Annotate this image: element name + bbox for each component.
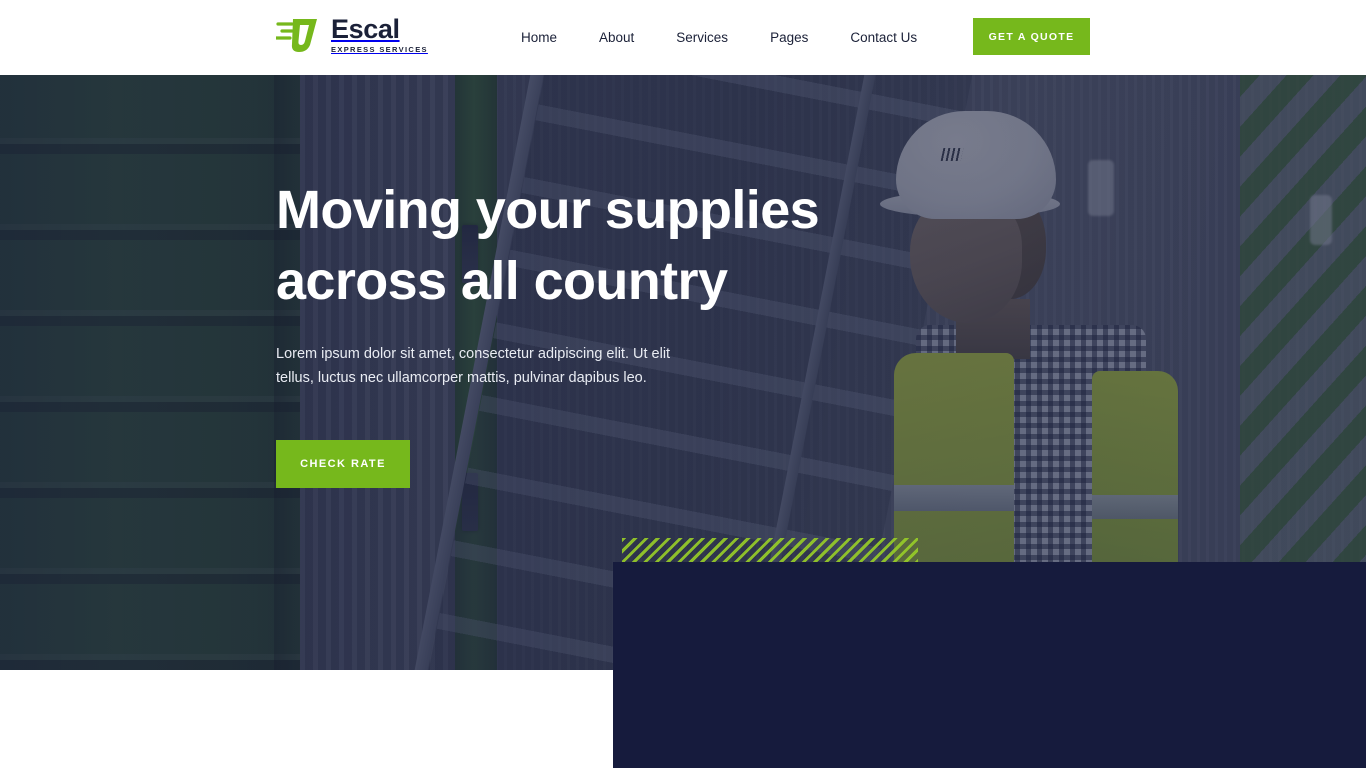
hero-title: Moving your supplies across all country	[276, 175, 836, 318]
hero-title-line-2: across all country	[276, 251, 728, 312]
brand-text: Escal EXPRESS SERVICES	[331, 13, 428, 55]
main-navigation: Home About Services Pages Contact Us	[510, 0, 938, 75]
brand-tagline: EXPRESS SERVICES	[331, 45, 428, 55]
nav-item-home[interactable]: Home	[510, 0, 578, 75]
diagonal-hatch-accent	[622, 538, 918, 563]
brand-name: Escal	[331, 13, 400, 44]
check-rate-button[interactable]: CHECK RATE	[276, 440, 410, 489]
escal-arrow-logo-icon	[274, 15, 322, 55]
site-header: Escal EXPRESS SERVICES Home About Servic…	[0, 0, 1366, 75]
services-panel	[613, 562, 1366, 768]
hero-content: Moving your supplies across all country …	[276, 175, 836, 489]
hero-subtitle: Lorem ipsum dolor sit amet, consectetur …	[276, 342, 708, 392]
get-a-quote-button[interactable]: GET A QUOTE	[973, 18, 1090, 55]
hero-subtitle-line-2: luctus nec ullamcorper mattis, pulvinar …	[317, 370, 647, 387]
nav-item-pages[interactable]: Pages	[749, 0, 829, 75]
hero-title-line-1: Moving your supplies	[276, 180, 820, 240]
nav-item-contact-us[interactable]: Contact Us	[829, 0, 938, 75]
nav-item-services[interactable]: Services	[655, 0, 749, 75]
landing-page: Escal EXPRESS SERVICES Home About Servic…	[0, 0, 1366, 768]
brand-logo[interactable]: Escal EXPRESS SERVICES	[274, 13, 428, 55]
nav-item-about[interactable]: About	[578, 0, 655, 75]
